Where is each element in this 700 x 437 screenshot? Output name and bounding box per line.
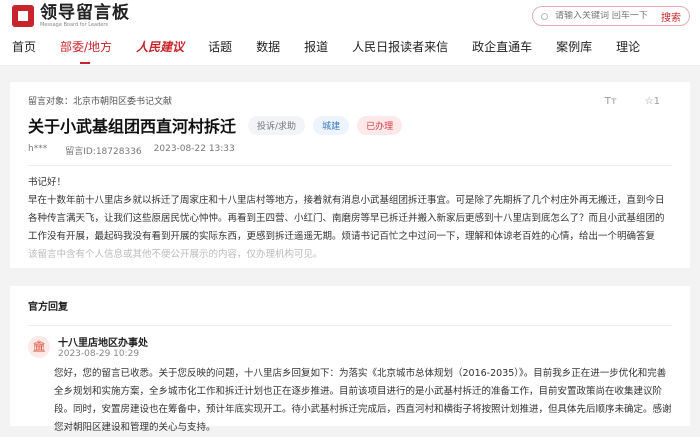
font-size-icon[interactable]: Tт	[605, 96, 617, 107]
message-date: 2023-08-22 13:33	[153, 144, 235, 154]
favorite-button[interactable]: ☆1	[645, 96, 660, 107]
search-input[interactable]	[555, 11, 650, 21]
tag-domain[interactable]: 城建	[313, 115, 350, 135]
message-target: 留言对象：北京市朝阳区委书记文献	[28, 97, 173, 107]
nav-reader-letters[interactable]: 人民日报读者来信	[352, 38, 448, 55]
message-card: 留言对象：北京市朝阳区委书记文献 Tт ☆1 关于小武基组团西直河村拆迁 投诉/求…	[10, 82, 690, 268]
message-greeting: 书记好！	[28, 177, 67, 188]
nav-enterprise[interactable]: 政企直通车	[472, 38, 532, 55]
tag-type[interactable]: 投诉/求助	[248, 115, 306, 135]
reply-card: 官方回复 🏛 十八里店地区办事处 2023-08-29 10:29 您好，您的留言…	[10, 286, 690, 433]
divider	[28, 325, 672, 326]
message-body: 早在十数年前十八里店乡就以拆迁了周家庄和十八里店村等地方，接着就有消息小武基组团…	[28, 195, 665, 242]
logo-icon	[12, 5, 34, 27]
divider	[28, 165, 672, 166]
reply-org: 十八里店地区办事处	[58, 338, 148, 349]
nav-reports[interactable]: 报道	[304, 38, 328, 55]
reply-text: 您好，您的留言已收悉。关于您反映的问题，十八里店乡回复如下：为落实《北京城市总体…	[54, 368, 672, 433]
main-nav: 首页 部委/地方 人民建议 话题 数据 报道 人民日报读者来信 政企直通车 案例…	[12, 38, 664, 64]
header: 领导留言板Message Board for Leaders 搜索 首页 部委/…	[0, 0, 700, 66]
search-icon	[541, 12, 548, 20]
logo[interactable]: 领导留言板 Message Board for Leaders	[12, 4, 130, 28]
government-building-icon: 🏛	[28, 335, 50, 358]
reply-heading: 官方回复	[28, 302, 68, 313]
search-box: 搜索	[532, 6, 690, 26]
logo-title: 领导留言板	[40, 3, 130, 23]
privacy-note: 该留言中含有个人信息或其他不便公开展示的内容，仅办理机构可见。	[28, 249, 323, 260]
reply-date: 2023-08-29 10:29	[58, 349, 140, 359]
nav-people-suggestions[interactable]: 人民建议	[136, 38, 184, 55]
nav-ministries[interactable]: 部委/地方	[60, 38, 112, 64]
author: h***	[28, 144, 48, 154]
status-badge: 已办理	[357, 115, 403, 135]
nav-theory[interactable]: 理论	[616, 38, 640, 55]
message-title: 关于小武基组团西直河村拆迁	[28, 117, 237, 136]
nav-data[interactable]: 数据	[256, 38, 280, 55]
nav-home[interactable]: 首页	[12, 38, 36, 55]
nav-topics[interactable]: 话题	[208, 38, 232, 55]
search-button[interactable]: 搜索	[661, 9, 681, 24]
message-id: 留言ID:18728336	[65, 147, 142, 157]
nav-cases[interactable]: 案例库	[556, 38, 592, 55]
